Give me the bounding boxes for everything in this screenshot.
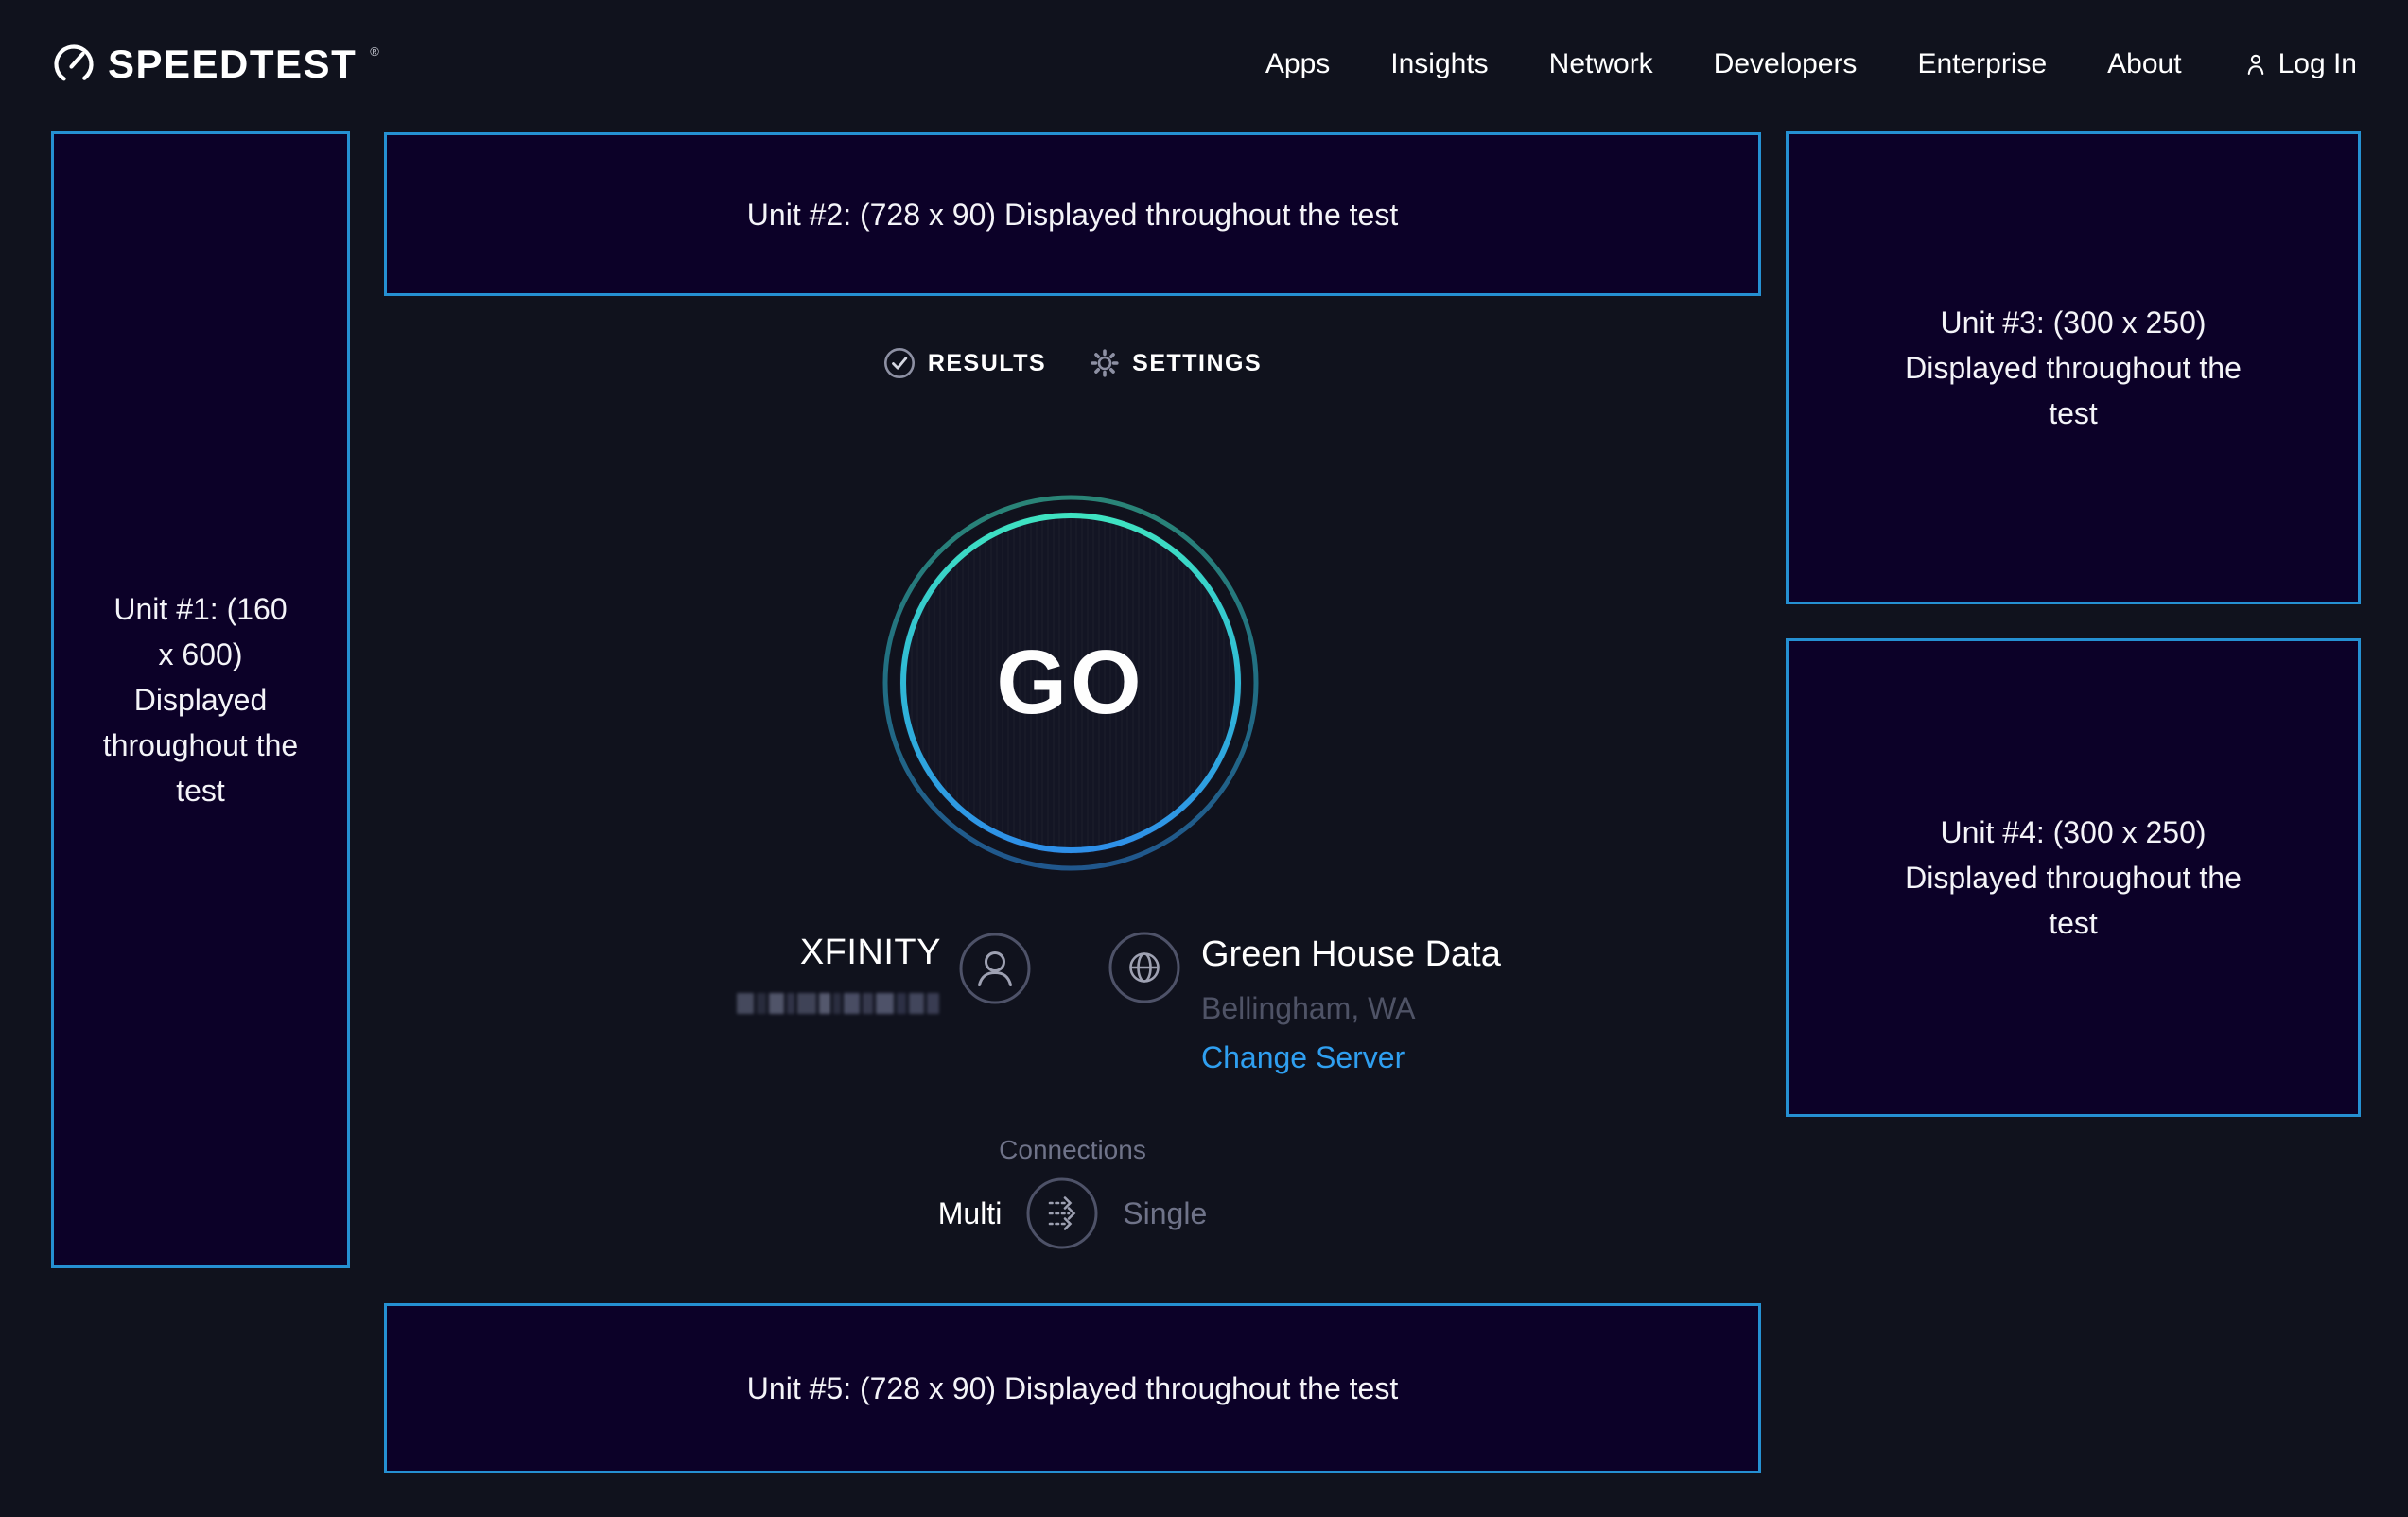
nav-item-network[interactable]: Network [1549, 48, 1653, 80]
ad-unit-5-leaderboard: Unit #5: (728 x 90) Displayed throughout… [384, 1303, 1761, 1473]
tab-settings-label: SETTINGS [1132, 350, 1262, 377]
login-button[interactable]: Log In [2242, 48, 2357, 80]
ad-unit-3-label: Unit #3: (300 x 250) Displayed throughou… [1889, 300, 2258, 436]
nav-item-about[interactable]: About [2107, 48, 2181, 80]
logo-wordmark: SPEEDTEST [108, 42, 357, 87]
ad-unit-3-rectangle: Unit #3: (300 x 250) Displayed throughou… [1786, 131, 2361, 604]
tab-settings[interactable]: SETTINGS [1090, 348, 1262, 378]
nav-menu: Apps Insights Network Developers Enterpr… [1265, 48, 2357, 80]
nav-item-apps[interactable]: Apps [1265, 48, 1330, 80]
ad-unit-1-skyscraper: Unit #1: (160 x 600) Displayed throughou… [51, 131, 350, 1268]
ad-unit-5-label: Unit #5: (728 x 90) Displayed throughout… [747, 1366, 1398, 1411]
connections-option-multi[interactable]: Multi [938, 1196, 1003, 1231]
ip-address-redacted [737, 991, 939, 1016]
gear-icon [1090, 348, 1120, 378]
server-location: Bellingham, WA [1201, 991, 1415, 1026]
server-name: Green House Data [1201, 934, 1501, 975]
nav-item-developers[interactable]: Developers [1714, 48, 1858, 80]
logo-trademark: ® [370, 44, 379, 59]
go-button-label: GO [877, 489, 1265, 877]
tab-results-label: RESULTS [928, 350, 1046, 377]
nav-item-enterprise[interactable]: Enterprise [1917, 48, 2047, 80]
check-circle-icon [883, 347, 916, 379]
ad-unit-4-rectangle: Unit #4: (300 x 250) Displayed throughou… [1786, 638, 2361, 1117]
speedtest-page: SPEEDTEST ® Apps Insights Network Develo… [0, 0, 2408, 1517]
ad-unit-1-label: Unit #1: (160 x 600) Displayed throughou… [102, 586, 299, 813]
connections-option-single[interactable]: Single [1123, 1196, 1207, 1231]
view-tabs: RESULTS SETTING [384, 339, 1761, 388]
speedtest-logo[interactable]: SPEEDTEST ® [51, 42, 377, 87]
user-icon [2242, 51, 2269, 78]
server-globe-icon [1108, 932, 1180, 1008]
login-label: Log In [2278, 48, 2357, 80]
ad-unit-4-label: Unit #4: (300 x 250) Displayed throughou… [1889, 810, 2258, 946]
connections-toggle-row: Multi Single [384, 1177, 1761, 1249]
nav-item-insights[interactable]: Insights [1390, 48, 1488, 80]
isp-user-icon [959, 933, 1031, 1009]
isp-name: XFINITY [800, 933, 941, 973]
tab-results[interactable]: RESULTS [883, 347, 1046, 379]
connections-toggle-icon[interactable] [1026, 1177, 1098, 1249]
speedometer-icon [51, 42, 96, 87]
ad-unit-2-leaderboard: Unit #2: (728 x 90) Displayed throughout… [384, 132, 1761, 296]
connections-heading: Connections [384, 1135, 1761, 1165]
change-server-link[interactable]: Change Server [1201, 1040, 1405, 1075]
top-nav: SPEEDTEST ® Apps Insights Network Develo… [0, 0, 2408, 129]
ad-unit-2-label: Unit #2: (728 x 90) Displayed throughout… [747, 192, 1398, 237]
go-button[interactable]: GO [877, 489, 1265, 877]
